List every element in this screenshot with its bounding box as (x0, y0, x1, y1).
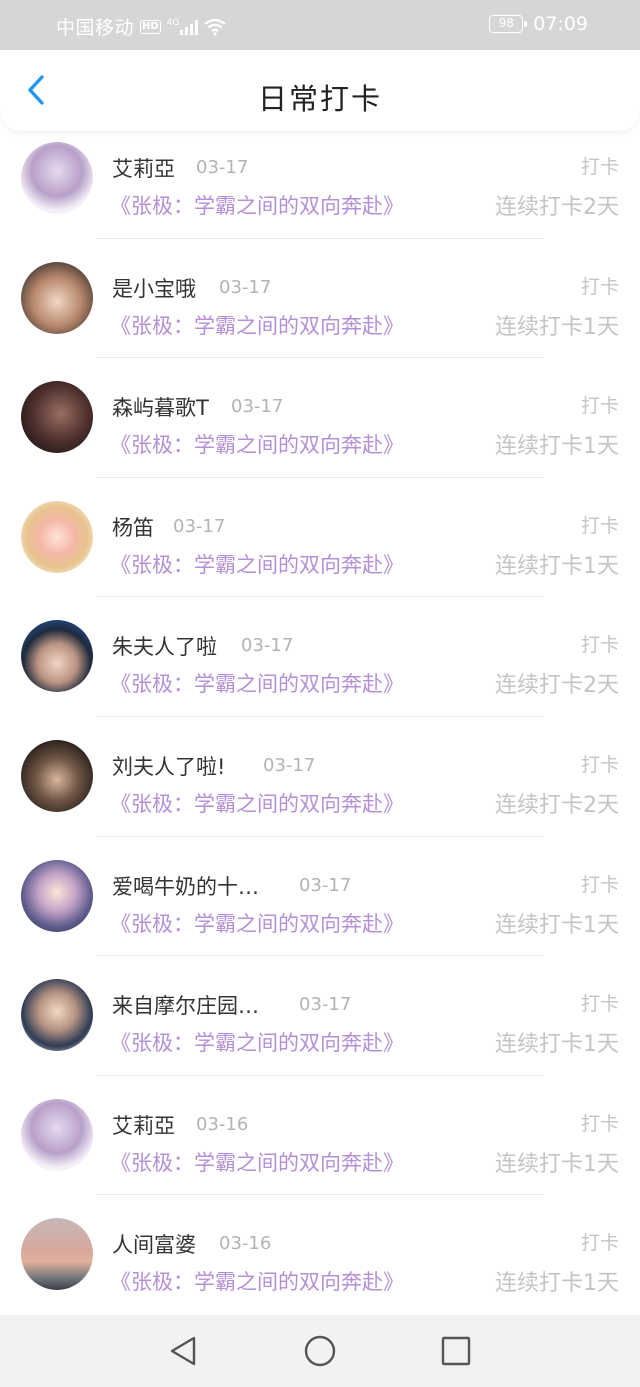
avatar[interactable] (21, 261, 93, 334)
avatar[interactable] (21, 859, 93, 932)
user-name[interactable]: 森屿暮歌T (112, 392, 209, 422)
signal-icon: 4G (166, 17, 199, 35)
avatar[interactable] (21, 381, 93, 454)
book-title-link[interactable]: 《张极：学霸之间的双向奔赴》 (110, 310, 404, 340)
streak-count: 连续打卡2天 (495, 673, 619, 699)
checkin-row[interactable]: 森屿暮歌T 03-17 《张极：学霸之间的双向奔赴》 打卡连续打卡1天 (0, 358, 640, 478)
avatar[interactable] (21, 979, 93, 1052)
triangle-back-icon (170, 1336, 196, 1366)
user-name[interactable]: 是小宝哦 (112, 273, 196, 303)
streak-count: 连续打卡1天 (495, 1271, 619, 1297)
battery-icon: 98 (489, 15, 528, 33)
checkin-date: 03-17 (299, 874, 352, 896)
streak-count: 连续打卡1天 (495, 912, 619, 938)
book-title-link[interactable]: 《张极：学霸之间的双向奔赴》 (110, 1027, 404, 1057)
clock: 07:09 (533, 13, 588, 35)
checkin-label: 打卡 (580, 1112, 619, 1135)
streak-count: 连续打卡1天 (495, 553, 619, 579)
hd-badge: HD (140, 19, 161, 34)
checkin-label: 打卡 (580, 1232, 619, 1255)
nav-back-button[interactable] (166, 1333, 202, 1369)
page-title: 日常打卡 (257, 82, 382, 116)
streak-count: 连续打卡2天 (495, 793, 619, 818)
nav-home-button[interactable] (302, 1333, 338, 1369)
book-title-link[interactable]: 《张极：学霸之间的双向奔赴》 (110, 1266, 404, 1296)
avatar[interactable] (21, 1218, 93, 1291)
user-name[interactable]: 刘夫人了啦! (112, 751, 225, 781)
book-title-link[interactable]: 《张极：学霸之间的双向奔赴》 (110, 788, 404, 818)
avatar[interactable] (21, 740, 93, 812)
checkin-date: 03-17 (173, 515, 226, 537)
streak-count: 连续打卡2天 (495, 195, 619, 220)
checkin-date: 03-17 (231, 396, 284, 418)
streak-count: 连续打卡1天 (495, 434, 619, 460)
checkin-date: 03-16 (196, 1113, 249, 1135)
checkin-list[interactable]: 艾莉亞 03-17 《张极：学霸之间的双向奔赴》 打卡 连续打卡2天 是小宝哦 03-17 《… (0, 131, 640, 1315)
streak-count: 连续打卡1天 (495, 1032, 619, 1058)
status-left: 中国移动 HD 4G (56, 13, 227, 40)
status-right: 98 07:09 (489, 13, 588, 35)
checkin-label: 打卡 (580, 395, 619, 418)
system-nav-bar (0, 1315, 640, 1387)
square-recents-icon (441, 1336, 471, 1366)
checkin-label: 打卡 (580, 754, 619, 776)
checkin-date: 03-16 (219, 1233, 272, 1255)
checkin-row[interactable]: 艾莉亞 03-16 《张极：学霸之间的双向奔赴》 打卡连续打卡1天 (0, 1076, 640, 1196)
avatar[interactable] (21, 500, 93, 573)
checkin-date: 03-17 (219, 276, 272, 298)
avatar[interactable] (21, 1098, 93, 1171)
circle-home-icon (304, 1335, 336, 1367)
checkin-label: 打卡 (580, 275, 619, 298)
book-title-link[interactable]: 《张极：学霸之间的双向奔赴》 (110, 429, 404, 459)
book-title-link[interactable]: 《张极：学霸之间的双向奔赴》 (110, 908, 404, 938)
checkin-date: 03-17 (299, 994, 352, 1016)
checkin-date: 03-17 (263, 755, 316, 776)
user-name[interactable]: 艾莉亞 (112, 1110, 175, 1140)
checkin-label: 打卡 (580, 634, 619, 657)
status-bar: 中国移动 HD 4G 98 07:09 (0, 0, 640, 50)
checkin-date: 03-17 (241, 635, 294, 657)
checkin-label: 打卡 (580, 873, 619, 896)
carrier-label: 中国移动 (56, 17, 135, 39)
wifi-icon (204, 18, 227, 36)
checkin-row[interactable]: 朱夫人了啦 03-17 《张极：学霸之间的双向奔赴》 打卡连续打卡2天 (0, 597, 640, 717)
book-title-link[interactable]: 《张极：学霸之间的双向奔赴》 (110, 1147, 404, 1177)
user-name[interactable]: 艾莉亞 (112, 153, 175, 183)
checkin-row[interactable]: 艾莉亞 03-17 《张极：学霸之间的双向奔赴》 打卡连续打卡2天 (0, 131, 640, 239)
checkin-date: 03-17 (196, 157, 249, 178)
avatar[interactable] (21, 620, 93, 693)
book-title-link[interactable]: 《张极：学霸之间的双向奔赴》 (110, 190, 404, 220)
network-type-label: 4G (166, 17, 180, 28)
checkin-row[interactable]: 人间富婆 03-16 《张极：学霸之间的双向奔赴》 打卡连续打卡1天 (0, 1195, 640, 1315)
user-name[interactable]: 人间富婆 (112, 1229, 196, 1259)
checkin-label: 打卡 (580, 993, 619, 1016)
checkin-row[interactable]: 刘夫人了啦! 03-17 《张极：学霸之间的双向奔赴》 打卡连续打卡2天 (0, 717, 640, 837)
checkin-row[interactable]: 爱喝牛奶的十… 03-17 《张极：学霸之间的双向奔赴》 打卡连续打卡1天 (0, 837, 640, 957)
book-title-link[interactable]: 《张极：学霸之间的双向奔赴》 (110, 549, 404, 579)
checkin-label: 打卡 (580, 514, 619, 537)
checkin-row[interactable]: 是小宝哦 03-17 《张极：学霸之间的双向奔赴》 打卡连续打卡1天 (0, 239, 640, 359)
checkin-label: 打卡 (580, 156, 619, 178)
book-title-link[interactable]: 《张极：学霸之间的双向奔赴》 (110, 668, 404, 698)
user-name[interactable]: 朱夫人了啦 (112, 631, 217, 661)
user-name[interactable]: 爱喝牛奶的十… (112, 871, 259, 901)
avatar[interactable] (21, 142, 93, 214)
checkin-row[interactable]: 杨笛 03-17 《张极：学霸之间的双向奔赴》 打卡连续打卡1天 (0, 478, 640, 598)
streak-count: 连续打卡1天 (495, 1151, 619, 1177)
user-name[interactable]: 杨笛 (112, 512, 154, 542)
nav-recents-button[interactable] (438, 1333, 474, 1369)
streak-count: 连续打卡1天 (495, 314, 619, 340)
page-header: 日常打卡 (0, 50, 640, 131)
user-name[interactable]: 来自摩尔庄园… (112, 990, 259, 1020)
checkin-row[interactable]: 来自摩尔庄园… 03-17 《张极：学霸之间的双向奔赴》 打卡连续打卡1天 (0, 956, 640, 1076)
